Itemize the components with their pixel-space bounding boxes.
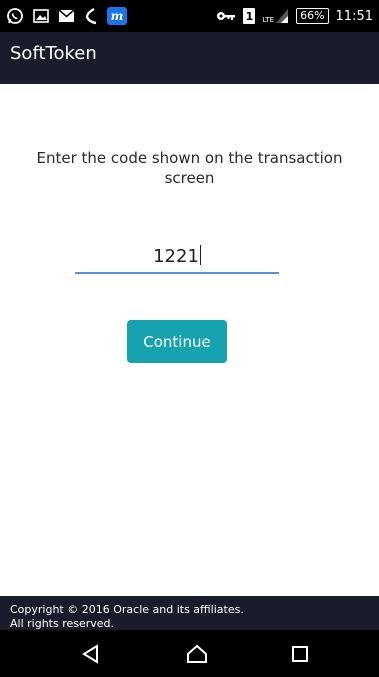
app-bar: SoftToken bbox=[0, 32, 379, 84]
rights-text: All rights reserved. bbox=[10, 617, 115, 630]
notification-icons: m bbox=[6, 0, 127, 32]
system-icons: 1 LTE 66% 11:51 bbox=[216, 0, 373, 32]
missed-call-icon bbox=[84, 7, 98, 25]
continue-button[interactable]: Continue bbox=[127, 320, 227, 363]
mail-icon bbox=[58, 9, 75, 23]
footer-text: Copyright © 2016 Oracle and its affiliat… bbox=[10, 603, 370, 630]
code-value: 1221 bbox=[153, 246, 199, 267]
prompt-line-1: Enter the code shown on the transaction bbox=[36, 149, 343, 167]
back-button[interactable] bbox=[61, 630, 121, 677]
prompt-line-2: screen bbox=[164, 169, 215, 187]
status-bar: m 1 LTE 66% 11:51 bbox=[0, 0, 379, 32]
image-icon bbox=[33, 8, 49, 24]
app-m-icon: m bbox=[107, 7, 127, 25]
text-cursor bbox=[199, 245, 201, 265]
whatsapp-icon bbox=[6, 7, 24, 25]
recents-icon bbox=[292, 645, 308, 662]
network-type-label: LTE bbox=[262, 16, 275, 24]
signal-icon: LTE bbox=[262, 8, 289, 24]
home-button[interactable] bbox=[167, 630, 227, 677]
code-prompt: Enter the code shown on the transaction … bbox=[0, 148, 379, 188]
sim-badge: 1 bbox=[243, 8, 256, 24]
code-input[interactable]: 1221 bbox=[75, 244, 279, 274]
battery-indicator: 66% bbox=[296, 8, 329, 24]
copyright-text: Copyright © 2016 Oracle and its affiliat… bbox=[10, 603, 244, 616]
navigation-bar bbox=[0, 630, 379, 677]
vpn-key-icon bbox=[216, 10, 236, 22]
clock: 11:51 bbox=[335, 8, 373, 24]
back-icon bbox=[82, 643, 98, 664]
footer: Copyright © 2016 Oracle and its affiliat… bbox=[0, 596, 379, 630]
app-title: SoftToken bbox=[10, 43, 97, 64]
recents-button[interactable] bbox=[270, 630, 330, 677]
home-icon bbox=[187, 644, 207, 663]
